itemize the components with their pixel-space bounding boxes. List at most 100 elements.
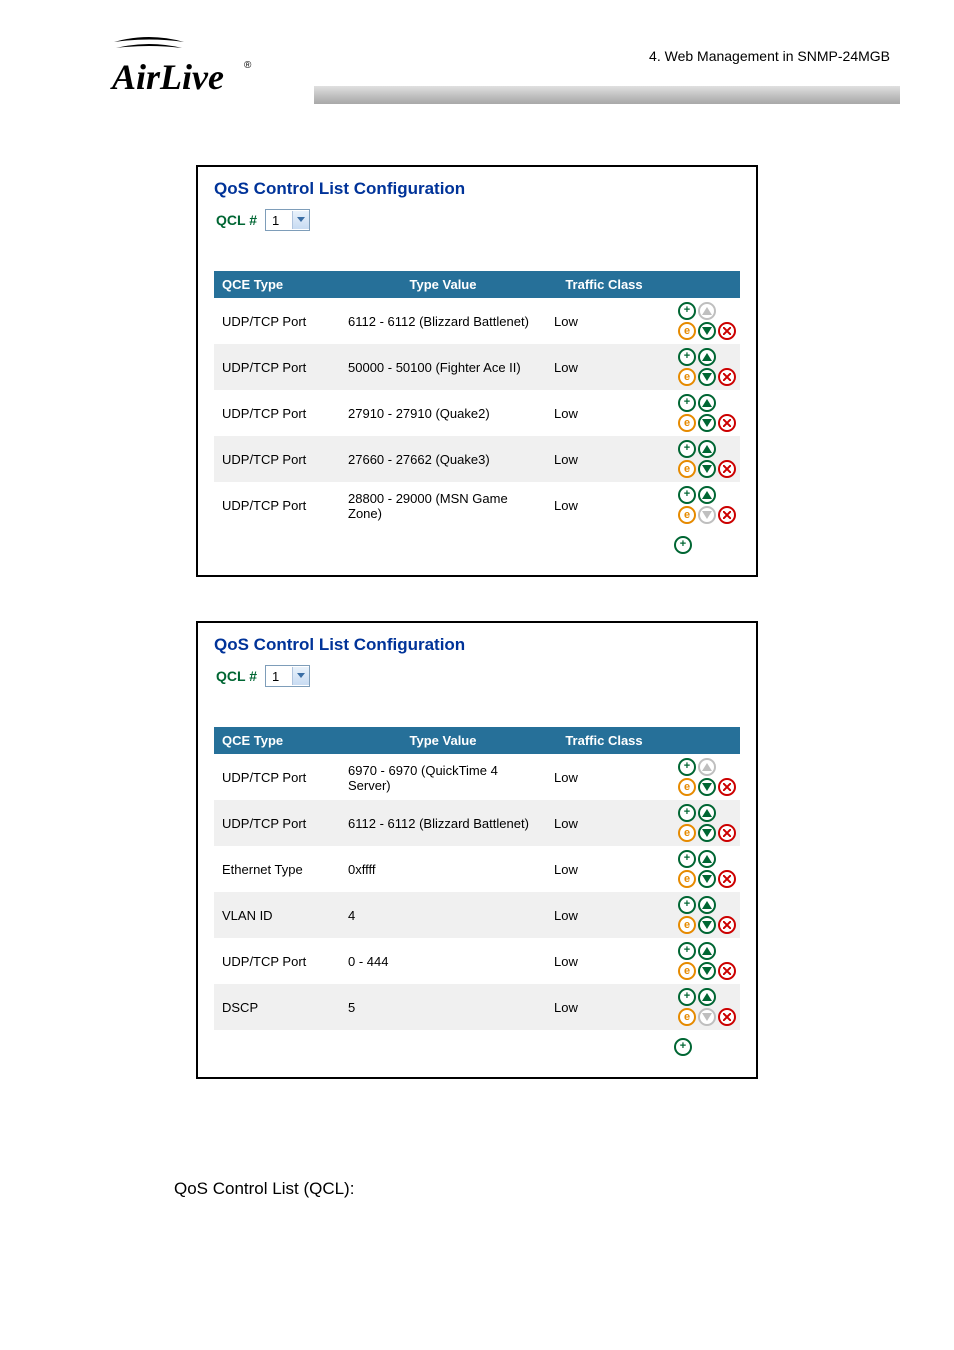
cell-qce-type: UDP/TCP Port [214,390,340,436]
delete-icon[interactable] [718,916,736,934]
arrow-down-icon[interactable] [698,414,716,432]
chevron-down-icon [292,667,309,685]
qcl-select[interactable]: 1 [265,665,310,687]
add-icon[interactable]: + [678,302,696,320]
cell-actions: +e [662,390,740,436]
cell-actions: +e [662,984,740,1030]
qos-panel-2: QoS Control List Configuration QCL # 1 Q… [196,621,758,1079]
edit-icon[interactable]: e [678,916,696,934]
cell-traffic-class: Low [546,754,662,800]
cell-actions: +e [662,298,740,344]
add-icon[interactable]: + [674,536,692,554]
qcl-label: QCL # [216,668,257,684]
delete-icon[interactable] [718,962,736,980]
cell-traffic-class: Low [546,298,662,344]
delete-icon[interactable] [718,322,736,340]
edit-icon[interactable]: e [678,506,696,524]
edit-icon[interactable]: e [678,460,696,478]
cell-actions: +e [662,482,740,528]
edit-icon[interactable]: e [678,824,696,842]
cell-qce-type: UDP/TCP Port [214,436,340,482]
arrow-up-icon[interactable] [698,440,716,458]
arrow-up-icon[interactable] [698,942,716,960]
cell-qce-type: Ethernet Type [214,846,340,892]
arrow-down-icon[interactable] [698,368,716,386]
cell-actions: +e [662,846,740,892]
edit-icon[interactable]: e [678,322,696,340]
arrow-down-icon[interactable] [698,322,716,340]
table-row: Ethernet Type0xffffLow+e [214,846,740,892]
arrow-up-icon[interactable] [698,804,716,822]
edit-icon[interactable]: e [678,778,696,796]
delete-icon[interactable] [718,1008,736,1026]
col-actions [662,727,740,754]
add-icon[interactable]: + [678,758,696,776]
arrow-down-icon [698,1008,716,1026]
cell-actions: +e [662,754,740,800]
arrow-up-icon[interactable] [698,486,716,504]
delete-icon[interactable] [718,414,736,432]
cell-type-value: 6112 - 6112 (Blizzard Battlenet) [340,298,546,344]
add-icon[interactable]: + [678,850,696,868]
cell-qce-type: UDP/TCP Port [214,800,340,846]
arrow-down-icon[interactable] [698,870,716,888]
edit-icon[interactable]: e [678,368,696,386]
arrow-down-icon[interactable] [698,962,716,980]
col-traffic-class: Traffic Class [546,271,662,298]
page-section-label: 4. Web Management in SNMP-24MGB [314,48,900,64]
add-icon[interactable]: + [678,804,696,822]
table-row: UDP/TCP Port0 - 444Low+e [214,938,740,984]
svg-text:AirLive: AirLive [110,57,224,97]
delete-icon[interactable] [718,778,736,796]
add-icon[interactable]: + [678,348,696,366]
table-row: UDP/TCP Port28800 - 29000 (MSN Game Zone… [214,482,740,528]
table-row: UDP/TCP Port6970 - 6970 (QuickTime 4 Ser… [214,754,740,800]
cell-actions: +e [662,800,740,846]
header-divider [314,86,900,104]
arrow-up-icon[interactable] [698,850,716,868]
cell-traffic-class: Low [546,800,662,846]
delete-icon[interactable] [718,460,736,478]
add-icon[interactable]: + [678,896,696,914]
delete-icon[interactable] [718,824,736,842]
table-row: UDP/TCP Port6112 - 6112 (Blizzard Battle… [214,298,740,344]
cell-qce-type: DSCP [214,984,340,1030]
arrow-down-icon[interactable] [698,460,716,478]
edit-icon[interactable]: e [678,1008,696,1026]
add-icon[interactable]: + [678,942,696,960]
edit-icon[interactable]: e [678,870,696,888]
arrow-down-icon[interactable] [698,778,716,796]
arrow-down-icon[interactable] [698,916,716,934]
arrow-down-icon[interactable] [698,824,716,842]
cell-traffic-class: Low [546,846,662,892]
panel-title: QoS Control List Configuration [214,635,740,655]
logo: AirLive ® [54,34,254,109]
edit-icon[interactable]: e [678,414,696,432]
cell-actions: +e [662,892,740,938]
add-icon[interactable]: + [678,988,696,1006]
arrow-up-icon[interactable] [698,394,716,412]
body-paragraph: QoS Control List (QCL): [174,1179,900,1199]
col-qce-type: QCE Type [214,727,340,754]
qcl-label: QCL # [216,212,257,228]
cell-traffic-class: Low [546,892,662,938]
add-icon[interactable]: + [678,440,696,458]
table-row: VLAN ID4Low+e [214,892,740,938]
edit-icon[interactable]: e [678,962,696,980]
delete-icon[interactable] [718,870,736,888]
add-icon[interactable]: + [678,486,696,504]
arrow-up-icon[interactable] [698,348,716,366]
arrow-up-icon[interactable] [698,988,716,1006]
qcl-select[interactable]: 1 [265,209,310,231]
cell-qce-type: UDP/TCP Port [214,482,340,528]
add-icon[interactable]: + [674,1038,692,1056]
col-qce-type: QCE Type [214,271,340,298]
add-icon[interactable]: + [678,394,696,412]
delete-icon[interactable] [718,368,736,386]
delete-icon[interactable] [718,506,736,524]
cell-traffic-class: Low [546,390,662,436]
col-type-value: Type Value [340,271,546,298]
cell-traffic-class: Low [546,436,662,482]
arrow-up-icon[interactable] [698,896,716,914]
cell-traffic-class: Low [546,344,662,390]
